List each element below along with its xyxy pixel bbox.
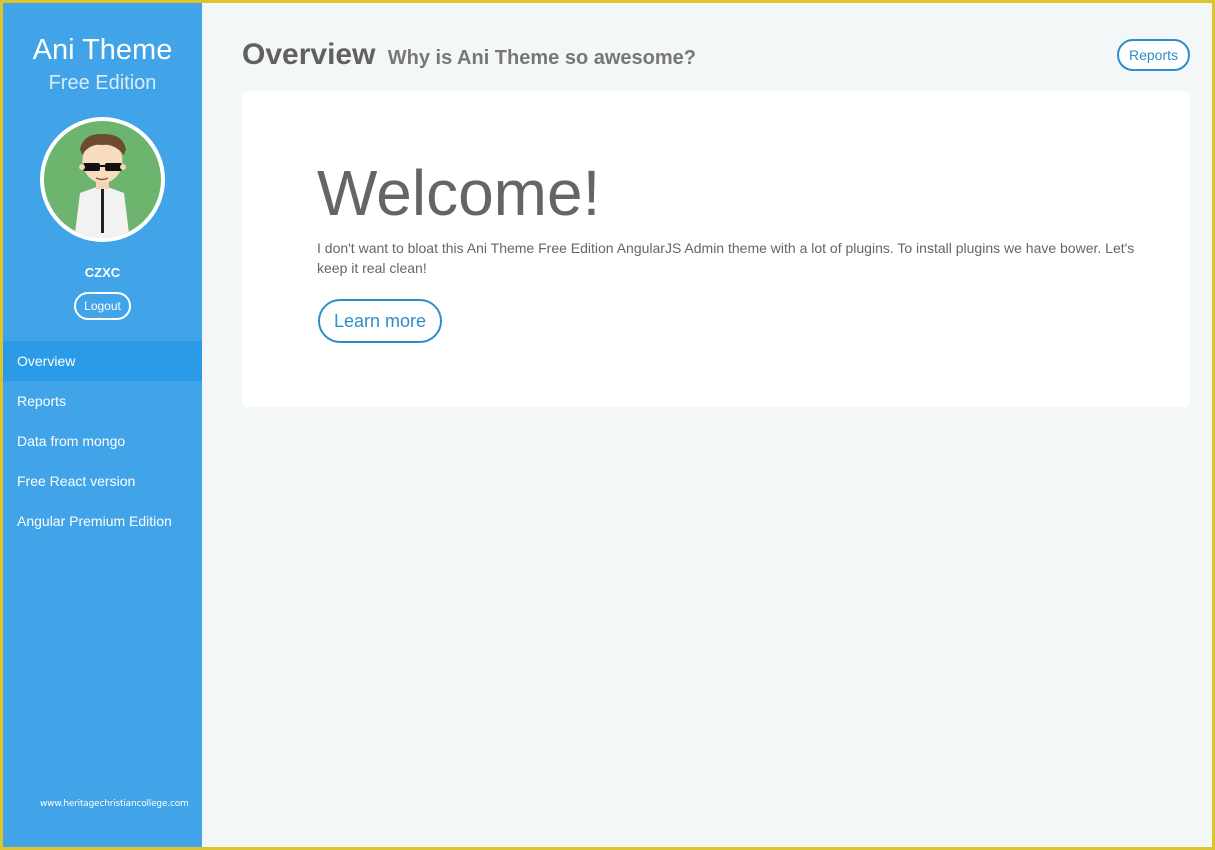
sidebar-nav: Overview Reports Data from mongo Free Re… <box>3 341 202 541</box>
page-subtitle: Why is Ani Theme so awesome? <box>387 47 696 69</box>
sidebar-item-free-react-version[interactable]: Free React version <box>3 461 202 501</box>
welcome-card: Welcome! I don't want to bloat this Ani … <box>242 91 1190 407</box>
learn-more-button[interactable]: Learn more <box>318 299 442 343</box>
user-name: CZXC <box>84 265 121 280</box>
brand-subtitle: Free Edition <box>48 72 157 94</box>
footer-watermark-url: www.heritagechristiancollege.com <box>40 799 189 809</box>
sidebar-item-data-from-mongo[interactable]: Data from mongo <box>3 421 202 461</box>
avatar <box>40 117 165 242</box>
sidebar-item-overview[interactable]: Overview <box>3 341 202 381</box>
page-title-text: Overview <box>242 38 376 71</box>
sidebar: Ani Theme Free Edition CZXC Logout Overv… <box>3 3 202 847</box>
avatar-cartoon-icon <box>44 121 161 238</box>
logout-button[interactable]: Logout <box>74 292 131 320</box>
sidebar-item-reports[interactable]: Reports <box>3 381 202 421</box>
welcome-text: I don't want to bloat this Ani Theme Fre… <box>317 240 1135 276</box>
page-title: Overview Why is Ani Theme so awesome? <box>242 38 696 72</box>
sidebar-item-angular-premium-edition[interactable]: Angular Premium Edition <box>3 501 202 541</box>
reports-button[interactable]: Reports <box>1117 39 1190 71</box>
app-window: Ani Theme Free Edition CZXC Logout Overv… <box>3 3 1212 847</box>
brand-title[interactable]: Ani Theme <box>3 3 202 67</box>
main-content: Overview Why is Ani Theme so awesome? Re… <box>202 3 1212 847</box>
welcome-heading: Welcome! <box>317 157 601 229</box>
